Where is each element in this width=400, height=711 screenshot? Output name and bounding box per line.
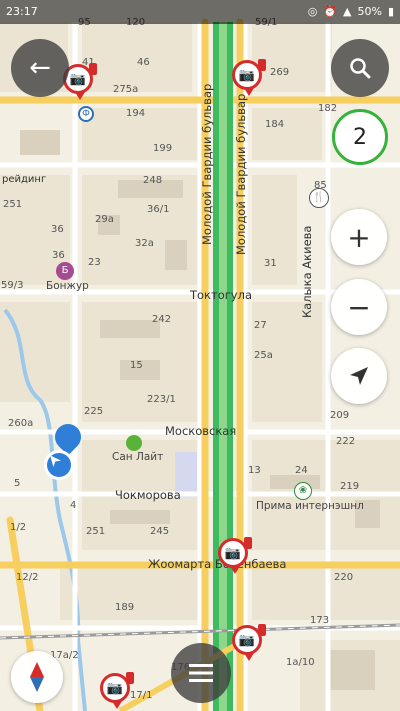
street-label-molodoy-gvardii-2: Молодой Гвардии бульвар [234, 93, 248, 255]
signal-icon: ▲ [343, 5, 352, 18]
house-number: 27 [254, 320, 267, 331]
poi-san-lait-label: Сан Лайт [112, 451, 164, 463]
alarm-icon: ⏰ [323, 5, 338, 18]
house-number: 25а [254, 350, 273, 361]
house-number: 59/3 [1, 280, 24, 291]
street-label-toktogula: Токтогула [190, 288, 252, 302]
speed-camera-marker[interactable]: 📷 [100, 672, 134, 709]
house-number: 1а/10 [286, 657, 315, 668]
layers-count: 2 [353, 124, 367, 150]
house-number: 248 [143, 175, 163, 186]
back-arrow-icon: ← [29, 53, 51, 83]
speed-camera-marker[interactable]: 📷 [232, 59, 266, 96]
house-number: 23 [88, 257, 101, 268]
status-time: 23:17 [6, 5, 38, 18]
search-button[interactable] [331, 39, 389, 97]
restaurant-icon[interactable]: 🍴 [309, 188, 329, 208]
camera-alert-badge [258, 624, 266, 636]
camera-icon: 📷 [224, 545, 242, 561]
house-number: 4 [70, 500, 77, 511]
zoom-in-button[interactable]: + [331, 209, 387, 265]
street-label-moskovskaya: Московская [165, 424, 237, 438]
poi-bonjour-label: Бонжур [46, 280, 89, 292]
house-number: 199 [153, 143, 173, 154]
compass-button[interactable] [11, 651, 63, 703]
house-number: 189 [115, 602, 135, 613]
street-label-kalyka-akieva: Калыка Акиева [300, 225, 314, 318]
house-number: 222 [336, 436, 356, 447]
battery-icon: ▮ [387, 5, 394, 18]
camera-icon: 📷 [106, 680, 124, 696]
house-number: 220 [334, 572, 354, 583]
house-number: 260а [8, 418, 34, 429]
house-number: 46 [137, 57, 150, 68]
house-number: 29а [95, 214, 114, 225]
house-number: 219 [340, 481, 360, 492]
flower-icon: ❀ [294, 482, 312, 500]
house-number: 31 [264, 258, 277, 269]
minus-icon: − [347, 290, 371, 324]
metro-icon[interactable]: Ф [78, 106, 94, 122]
plus-icon: + [347, 220, 371, 254]
house-number: 275а [113, 84, 139, 95]
house-number: 36 [52, 250, 65, 261]
back-button[interactable]: ← [11, 39, 69, 97]
status-bar: 23:17 ◎ ⏰ ▲ 50% ▮ [0, 0, 400, 24]
search-icon [350, 58, 371, 79]
menu-button[interactable] [171, 643, 231, 703]
house-number: 173 [310, 615, 330, 626]
camera-icon: 📷 [238, 67, 256, 83]
speed-camera-marker[interactable]: 📷 [232, 624, 266, 661]
camera-icon: 📷 [69, 71, 87, 87]
navigation-arrow-icon [350, 367, 368, 385]
house-number: 182 [318, 103, 338, 114]
house-number: 251 [86, 526, 106, 537]
house-number: 85 [314, 180, 327, 191]
menu-icon [189, 664, 213, 682]
camera-alert-badge [244, 537, 252, 549]
poi-prima-label: Прима интернэшнл [256, 500, 364, 512]
house-number: 17/1 [130, 690, 153, 701]
camera-icon: 📷 [238, 632, 256, 648]
house-number: 1/2 [10, 522, 27, 533]
street-label-chokmorova: Чокморова [115, 488, 181, 502]
san-lait-icon [126, 435, 142, 451]
house-number: 223/1 [147, 394, 176, 405]
my-location-button[interactable] [331, 348, 387, 404]
house-number: 24 [295, 465, 308, 476]
poi-bonjour[interactable]: Б Бонжур [46, 262, 89, 292]
whatsapp-icon: ◎ [307, 5, 318, 18]
street-label-zhoomarta: Жоомарта Бокенбаева [148, 557, 287, 571]
house-number: 36/1 [147, 204, 170, 215]
street-label-molodoy-gvardii-1: Молодой Гвардии бульвар [200, 83, 214, 245]
zoom-out-button[interactable]: − [331, 279, 387, 335]
house-number: 184 [265, 119, 285, 130]
house-number: 225 [84, 406, 104, 417]
house-number: 12/2 [16, 572, 39, 583]
speed-camera-marker[interactable]: 📷 [218, 537, 252, 574]
camera-alert-badge [258, 59, 266, 71]
camera-alert-badge [126, 672, 134, 684]
house-number: 245 [150, 526, 170, 537]
layers-count-button[interactable]: 2 [332, 109, 388, 165]
street-label-reiding: рейдинг [2, 174, 47, 185]
house-number: 242 [152, 314, 172, 325]
house-number: 32а [135, 238, 154, 249]
battery-percent: 50% [357, 5, 382, 18]
house-number: 36 [51, 224, 64, 235]
house-number: 251 [3, 199, 23, 210]
user-location-arrow-icon[interactable] [44, 450, 74, 480]
house-number: 5 [14, 478, 21, 489]
house-number: 13 [248, 465, 261, 476]
compass-icon [30, 662, 44, 692]
house-number: 209 [330, 410, 350, 421]
poi-san-lait[interactable]: Сан Лайт [112, 435, 163, 463]
house-number: 15 [130, 360, 143, 371]
bonjour-icon: Б [56, 262, 74, 280]
house-number: 194 [126, 108, 146, 119]
camera-alert-badge [89, 63, 97, 75]
house-number: 269 [270, 67, 290, 78]
